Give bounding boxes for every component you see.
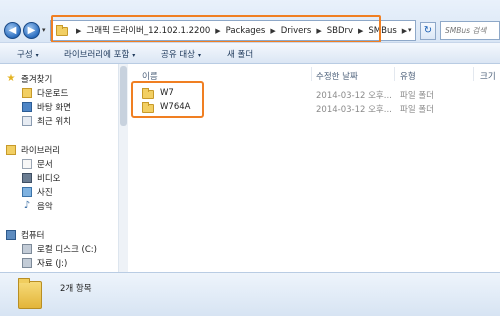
file-type: 파일 폴더 [400, 91, 434, 101]
star-icon: ★ [6, 72, 16, 84]
address-history-dropdown-icon[interactable]: ▾ [408, 26, 412, 34]
sidebar-item-label: 음악 [37, 201, 53, 212]
scrollbar-thumb[interactable] [120, 66, 127, 126]
forward-button[interactable]: ▶ [23, 22, 40, 39]
include-library-menu[interactable]: 라이브러리에 포함 ▾ [64, 48, 135, 60]
search-box[interactable] [440, 21, 500, 40]
sidebar-item-label: 사진 [37, 187, 53, 198]
sidebar-item-recent[interactable]: 최근 위치 [22, 114, 71, 127]
column-header-size[interactable]: 크기 [480, 70, 496, 82]
breadcrumb-item-drivers[interactable]: Drivers [281, 26, 312, 36]
new-folder-button[interactable]: 새 폴더 [227, 48, 253, 60]
column-divider[interactable] [394, 67, 395, 81]
include-library-label: 라이브러리에 포함 [64, 50, 130, 60]
hard-drive-icon [22, 257, 32, 268]
table-row[interactable]: W764A 2014-03-12 오후... 파일 폴더 [142, 101, 500, 116]
column-header-type[interactable]: 유형 [400, 70, 416, 82]
address-bar[interactable]: ▶ 그래픽 드라이버_12.102.1.2200 ▶ Packages ▶ Drivers… [50, 20, 416, 41]
breadcrumb-item-graphics-driver[interactable]: 그래픽 드라이버_12.102.1.2200 [86, 24, 210, 36]
sidebar-item-favorites[interactable]: ★ 즐겨찾기 [6, 72, 53, 85]
chevron-right-icon[interactable]: ▶ [76, 27, 81, 35]
folder-icon [56, 25, 68, 36]
sidebar-item-label: 컴퓨터 [21, 230, 45, 241]
file-list: 이름 수정한 날짜 유형 크기 W7 2014-03-12 오후... 파일 폴… [128, 64, 500, 272]
folder-icon [142, 101, 154, 113]
sidebar-item-pictures[interactable]: 사진 [22, 185, 53, 198]
sidebar-item-label: 자료 (J:) [37, 258, 68, 269]
breadcrumb: ▶ 그래픽 드라이버_12.102.1.2200 ▶ Packages ▶ Drivers… [71, 24, 412, 36]
navigation-scrollbar[interactable] [118, 64, 128, 272]
breadcrumb-item-smbus[interactable]: SMBus [368, 26, 396, 36]
file-date: 2014-03-12 오후... [316, 91, 392, 101]
file-date: 2014-03-12 오후... [316, 105, 392, 115]
share-with-label: 공유 대상 [161, 50, 195, 60]
hard-drive-icon [22, 243, 32, 254]
sidebar-item-label: 바탕 화면 [37, 102, 71, 113]
toolbar: 구성 ▾ 라이브러리에 포함 ▾ 공유 대상 ▾ 새 폴더 [0, 42, 500, 64]
downloads-folder-icon [22, 87, 32, 98]
navigation-pane: ★ 즐겨찾기 다운로드 바탕 화면 최근 위치 라이브러리 문서 비디오 사진 ♪… [0, 64, 128, 272]
chevron-down-icon: ▾ [197, 52, 201, 59]
table-row[interactable]: W7 2014-03-12 오후... 파일 폴더 [142, 87, 500, 102]
desktop-icon [22, 101, 32, 112]
chevron-right-icon[interactable]: ▶ [358, 27, 363, 35]
forward-arrow-icon: ▶ [27, 25, 36, 36]
refresh-button[interactable]: ↻ [420, 22, 436, 40]
explorer-window: ◀ ▶ ▾ ▶ 그래픽 드라이버_12.102.1.2200 ▶ Packages ▶ D… [0, 0, 500, 316]
videos-icon [22, 172, 32, 183]
chevron-right-icon[interactable]: ▶ [402, 27, 407, 35]
libraries-icon [6, 144, 16, 155]
chevron-right-icon[interactable]: ▶ [316, 27, 321, 35]
column-header-date[interactable]: 수정한 날짜 [316, 70, 358, 82]
sidebar-item-label: 로컬 디스크 (C:) [37, 244, 97, 255]
back-button[interactable]: ◀ [4, 22, 21, 39]
breadcrumb-item-packages[interactable]: Packages [226, 26, 266, 36]
folder-icon [142, 87, 154, 99]
sidebar-item-drive-j[interactable]: 자료 (J:) [22, 256, 67, 269]
sidebar-item-label: 최근 위치 [37, 116, 71, 127]
sidebar-item-label: 비디오 [37, 173, 61, 184]
sidebar-item-downloads[interactable]: 다운로드 [22, 86, 68, 99]
column-divider[interactable] [473, 67, 474, 81]
sidebar-item-local-disk[interactable]: 로컬 디스크 (C:) [22, 242, 97, 255]
file-name-cell: W7 [142, 87, 174, 99]
column-divider[interactable] [311, 67, 312, 81]
computer-icon [6, 229, 16, 240]
sidebar-item-label: 즐겨찾기 [21, 74, 53, 85]
back-arrow-icon: ◀ [8, 25, 17, 36]
chevron-right-icon[interactable]: ▶ [270, 27, 275, 35]
chevron-down-icon: ▾ [35, 52, 39, 59]
sidebar-item-desktop[interactable]: 바탕 화면 [22, 100, 71, 113]
recent-pages-dropdown-icon[interactable]: ▾ [42, 26, 46, 34]
sidebar-item-music[interactable]: ♪ 음악 [22, 199, 53, 212]
sidebar-item-videos[interactable]: 비디오 [22, 171, 60, 184]
pictures-icon [22, 186, 32, 197]
sidebar-item-label: 문서 [37, 159, 53, 170]
chevron-right-icon[interactable]: ▶ [215, 27, 220, 35]
search-input[interactable] [441, 22, 499, 39]
organize-label: 구성 [17, 50, 33, 60]
file-name-cell: W764A [142, 101, 191, 113]
breadcrumb-item-sbdrv[interactable]: SBDrv [327, 26, 353, 36]
chevron-down-icon: ▾ [132, 52, 136, 59]
file-name: W7 [160, 88, 174, 98]
music-icon: ♪ [23, 199, 31, 211]
documents-icon [22, 158, 32, 169]
folder-icon [18, 278, 42, 309]
sidebar-item-label: 라이브러리 [21, 145, 61, 156]
sidebar-item-computer[interactable]: 컴퓨터 [6, 228, 44, 241]
sidebar-item-label: 다운로드 [37, 88, 69, 99]
refresh-icon: ↻ [423, 25, 433, 36]
file-type: 파일 폴더 [400, 105, 434, 115]
column-header-name[interactable]: 이름 [142, 70, 158, 82]
item-count: 2개 항목 [60, 284, 92, 294]
file-name: W764A [160, 102, 191, 112]
address-row: ◀ ▶ ▾ ▶ 그래픽 드라이버_12.102.1.2200 ▶ Packages ▶ D… [0, 0, 500, 42]
recent-places-icon [22, 115, 32, 126]
sidebar-item-documents[interactable]: 문서 [22, 157, 53, 170]
sidebar-item-libraries[interactable]: 라이브러리 [6, 143, 60, 156]
share-with-menu[interactable]: 공유 대상 ▾ [161, 48, 201, 60]
organize-menu[interactable]: 구성 ▾ [17, 48, 39, 60]
details-pane: 2개 항목 [0, 272, 500, 316]
